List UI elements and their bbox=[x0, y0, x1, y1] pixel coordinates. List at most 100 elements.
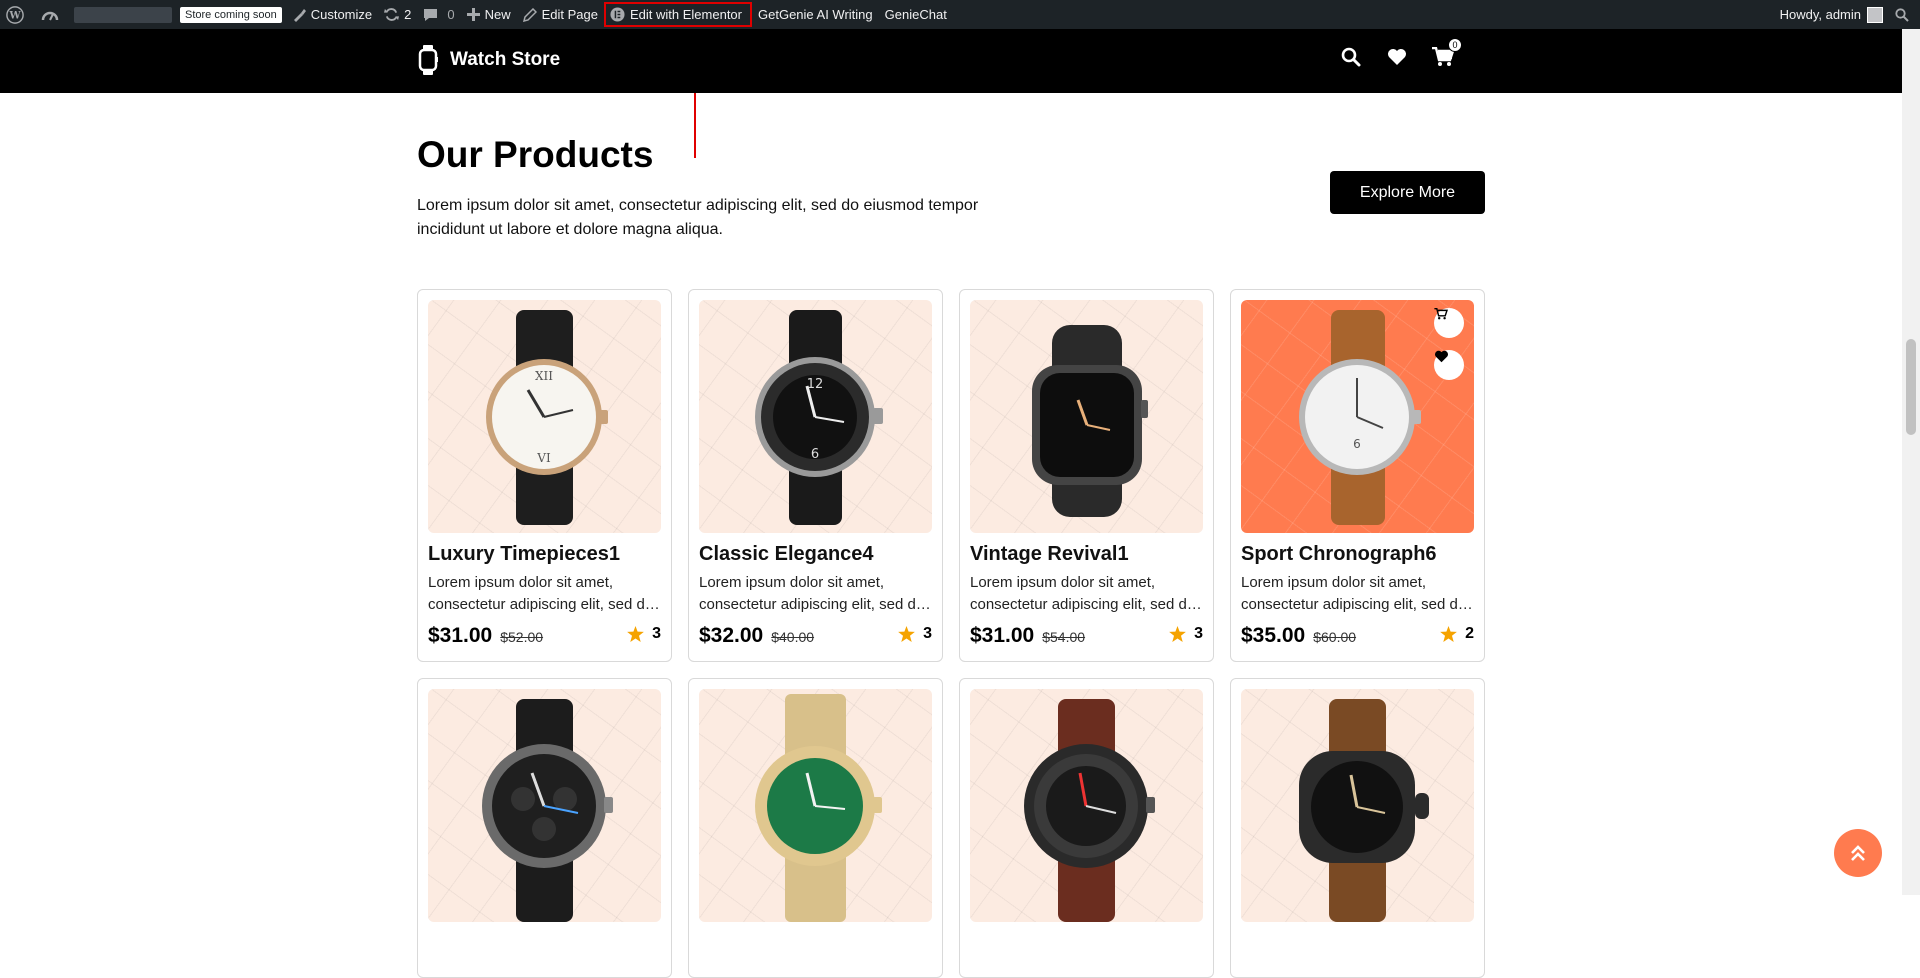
updates-icon bbox=[384, 8, 400, 21]
geniechat-label: GenieChat bbox=[884, 7, 947, 22]
product-grid: XII VI Luxury Timepieces1 Lorem ipsum do… bbox=[417, 289, 1485, 978]
comments-count: 0 bbox=[447, 7, 455, 22]
product-old-price: $60.00 bbox=[1313, 629, 1357, 645]
product-image[interactable]: 6 bbox=[1241, 300, 1474, 533]
product-card[interactable] bbox=[417, 678, 672, 978]
edit-page-link[interactable]: Edit Page bbox=[517, 0, 604, 29]
product-price: $35.00 bbox=[1241, 624, 1306, 647]
add-to-wishlist-button[interactable] bbox=[1434, 350, 1464, 380]
product-image[interactable] bbox=[970, 300, 1203, 533]
section-description: Lorem ipsum dolor sit amet, consectetur … bbox=[417, 197, 979, 238]
new-label: New bbox=[484, 7, 511, 22]
product-description: Lorem ipsum dolor sit amet, consectetur … bbox=[428, 574, 654, 613]
product-card[interactable] bbox=[959, 678, 1214, 978]
heart-icon bbox=[1435, 350, 1448, 363]
svg-text:XII: XII bbox=[535, 369, 553, 383]
svg-text:VI: VI bbox=[536, 451, 551, 465]
product-image[interactable] bbox=[428, 689, 661, 922]
svg-text:6: 6 bbox=[1353, 437, 1361, 451]
star-icon bbox=[1169, 626, 1186, 642]
star-icon bbox=[1440, 626, 1457, 642]
header-cart-icon[interactable]: 0 bbox=[1432, 38, 1462, 68]
explore-more-button[interactable]: Explore More bbox=[1330, 171, 1485, 214]
store-coming-soon-badge[interactable]: Store coming soon bbox=[180, 6, 282, 23]
rating-value: 2 bbox=[1465, 625, 1474, 642]
product-old-price: $52.00 bbox=[500, 629, 544, 645]
site-logo[interactable]: Watch Store bbox=[418, 45, 560, 75]
product-title[interactable]: Luxury Timepieces1 bbox=[428, 543, 661, 566]
cart-icon bbox=[1434, 308, 1448, 320]
product-image[interactable]: 12 6 bbox=[699, 300, 932, 533]
comment-icon bbox=[424, 8, 438, 21]
watch-logo-icon bbox=[418, 45, 438, 75]
scrollbar-thumb[interactable] bbox=[1906, 339, 1916, 435]
product-rating: 3 bbox=[627, 625, 661, 643]
rating-value: 3 bbox=[923, 625, 932, 642]
star-icon bbox=[898, 626, 915, 642]
double-chevron-up-icon bbox=[1851, 845, 1865, 861]
customize-label: Customize bbox=[310, 7, 373, 22]
site-name-redacted[interactable] bbox=[74, 6, 172, 23]
plus-icon bbox=[466, 8, 480, 21]
edit-with-elementor-link[interactable]: Edit with Elementor bbox=[604, 2, 752, 27]
product-title[interactable]: Classic Elegance4 bbox=[699, 543, 932, 566]
product-card[interactable] bbox=[688, 678, 943, 978]
new-content-link[interactable]: New bbox=[461, 0, 517, 29]
comments-link[interactable]: 0 bbox=[417, 0, 460, 29]
getgenie-label: GetGenie AI Writing bbox=[758, 7, 873, 22]
product-image[interactable] bbox=[699, 689, 932, 922]
product-card[interactable]: 6 Sport Chronograph6 Lorem ipsum dolor s… bbox=[1230, 289, 1485, 662]
customize-link[interactable]: Customize bbox=[286, 0, 378, 29]
adminbar-search-icon[interactable] bbox=[1889, 0, 1920, 29]
edit-with-elementor-label: Edit with Elementor bbox=[630, 7, 742, 22]
product-image[interactable] bbox=[1241, 689, 1474, 922]
geniechat-link[interactable]: GenieChat bbox=[879, 0, 953, 29]
cart-count-badge: 0 bbox=[1448, 38, 1462, 52]
quick-view-button[interactable] bbox=[1434, 308, 1464, 338]
product-price: $31.00 bbox=[428, 624, 493, 647]
star-icon bbox=[627, 626, 644, 642]
product-image[interactable]: XII VI bbox=[428, 300, 661, 533]
svg-text:W: W bbox=[8, 10, 21, 21]
site-header: Watch Store 0 bbox=[0, 29, 1902, 93]
product-description: Lorem ipsum dolor sit amet, consectetur … bbox=[699, 574, 925, 613]
product-card[interactable]: 12 6 Classic Elegance4 Lorem ipsum dolor… bbox=[688, 289, 943, 662]
my-account-link[interactable]: Howdy, admin bbox=[1774, 0, 1889, 29]
page-scrollbar[interactable] bbox=[1902, 29, 1920, 895]
updates-link[interactable]: 2 bbox=[378, 0, 417, 29]
svg-text:6: 6 bbox=[811, 447, 819, 462]
svg-text:12: 12 bbox=[807, 377, 824, 392]
rating-value: 3 bbox=[1194, 625, 1203, 642]
avatar bbox=[1867, 6, 1883, 23]
product-title[interactable]: Vintage Revival1 bbox=[970, 543, 1203, 566]
product-title[interactable]: Sport Chronograph6 bbox=[1241, 543, 1474, 566]
product-card[interactable]: XII VI Luxury Timepieces1 Lorem ipsum do… bbox=[417, 289, 672, 662]
product-old-price: $54.00 bbox=[1042, 629, 1086, 645]
rating-value: 3 bbox=[652, 625, 661, 642]
edit-page-label: Edit Page bbox=[541, 7, 598, 22]
dashboard-icon[interactable] bbox=[35, 0, 70, 29]
product-rating: 3 bbox=[898, 625, 932, 643]
product-rating: 3 bbox=[1169, 625, 1203, 643]
pencil-icon bbox=[522, 7, 537, 22]
howdy-label: Howdy, admin bbox=[1779, 7, 1861, 22]
scroll-to-top-button[interactable] bbox=[1834, 829, 1882, 877]
product-price: $31.00 bbox=[970, 624, 1035, 647]
product-description: Lorem ipsum dolor sit amet, consectetur … bbox=[970, 574, 1196, 613]
product-card[interactable] bbox=[1230, 678, 1485, 978]
product-old-price: $40.00 bbox=[771, 629, 815, 645]
wp-admin-bar: W Store coming soon Customize 2 0 New Ed… bbox=[0, 0, 1920, 29]
elementor-icon bbox=[610, 7, 625, 22]
product-image[interactable] bbox=[970, 689, 1203, 922]
wordpress-logo-icon[interactable]: W bbox=[0, 0, 35, 29]
product-card[interactable]: Vintage Revival1 Lorem ipsum dolor sit a… bbox=[959, 289, 1214, 662]
brush-icon bbox=[293, 8, 306, 22]
section-title: Our Products bbox=[417, 134, 654, 175]
updates-count: 2 bbox=[404, 7, 412, 22]
product-price: $32.00 bbox=[699, 624, 764, 647]
getgenie-link[interactable]: GetGenie AI Writing bbox=[752, 0, 879, 29]
product-description: Lorem ipsum dolor sit amet, consectetur … bbox=[1241, 574, 1467, 613]
header-heart-icon[interactable] bbox=[1386, 46, 1408, 68]
logo-text: Watch Store bbox=[450, 49, 561, 70]
header-search-icon[interactable] bbox=[1340, 46, 1362, 68]
